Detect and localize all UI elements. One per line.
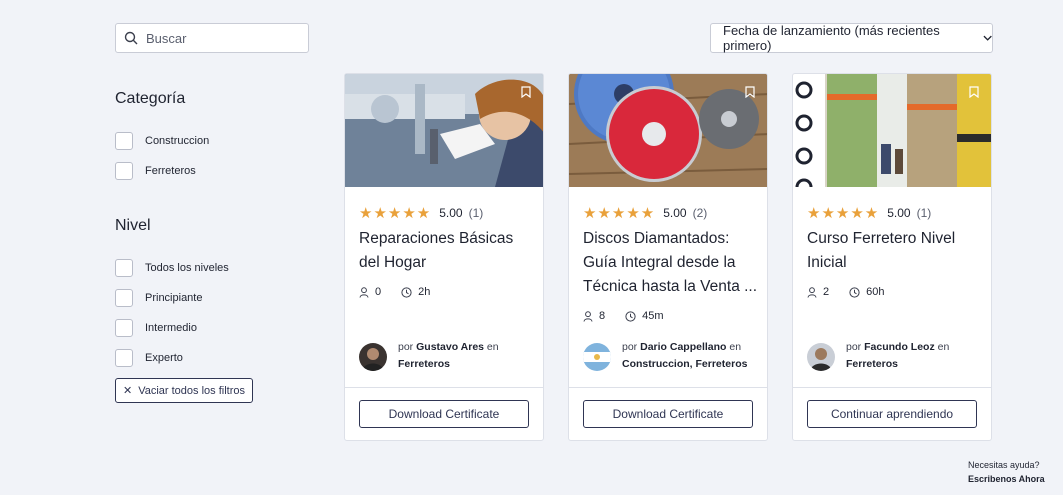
- students-count: 2: [823, 286, 830, 298]
- option-label: Construccion: [145, 135, 210, 147]
- clear-filters-label: Vaciar todos los filtros: [138, 384, 245, 397]
- sort-label: Fecha de lanzamiento (más recientes prim…: [723, 23, 940, 53]
- in-label: en: [486, 341, 499, 353]
- filters-panel: Categoría Construccion Ferreteros Nivel …: [115, 90, 315, 373]
- filter-option-intermedio[interactable]: Intermedio: [115, 313, 315, 343]
- rating-count: (1): [916, 206, 932, 220]
- option-label: Ferreteros: [145, 165, 196, 177]
- avatar: [359, 343, 387, 371]
- students-count: 0: [375, 286, 382, 298]
- course-image: [569, 74, 767, 187]
- course-categories[interactable]: Ferreteros: [846, 358, 898, 370]
- course-rating: ★★★★★ 5.00 (2): [583, 204, 707, 222]
- course-categories[interactable]: Construccion, Ferreteros: [622, 358, 747, 370]
- clear-filters-button[interactable]: ✕ Vaciar todos los filtros: [115, 378, 253, 403]
- rating-stars: ★★★★★: [807, 205, 880, 222]
- search-input[interactable]: [146, 30, 296, 46]
- course-meta: 2 60h: [807, 286, 884, 298]
- by-label: por: [622, 341, 638, 353]
- option-label: Todos los niveles: [145, 262, 229, 274]
- course-thumbnail[interactable]: [569, 74, 767, 187]
- course-author: por Dario Cappellano en Construccion, Fe…: [583, 339, 747, 373]
- help-widget[interactable]: Necesitas ayuda? Escribenos Ahora: [968, 458, 1045, 486]
- course-duration: 45m: [642, 310, 664, 322]
- author-name[interactable]: Gustavo Ares: [416, 341, 484, 353]
- author-name[interactable]: Dario Cappellano: [640, 341, 726, 353]
- rating-count: (2): [692, 206, 708, 220]
- download-certificate-button[interactable]: Download Certificate: [359, 400, 529, 428]
- divider: [793, 387, 991, 388]
- divider: [569, 387, 767, 388]
- bookmark-icon[interactable]: [521, 86, 531, 98]
- rating-stars: ★★★★★: [359, 205, 432, 222]
- clock-icon: [401, 286, 412, 298]
- course-author: por Gustavo Ares en Ferreteros: [359, 339, 499, 373]
- user-icon: [807, 286, 817, 298]
- option-label: Experto: [145, 352, 183, 364]
- avatar: [583, 343, 611, 371]
- course-image: [793, 74, 991, 187]
- chevron-down-icon: [983, 35, 992, 41]
- filter-option-construccion[interactable]: Construccion: [115, 126, 315, 156]
- search-icon: [124, 31, 138, 45]
- checkbox[interactable]: [115, 289, 133, 307]
- author-name[interactable]: Facundo Leoz: [864, 341, 935, 353]
- course-card[interactable]: ★★★★★ 5.00 (1) Curso Ferretero Nivel Ini…: [792, 73, 992, 441]
- help-line-2[interactable]: Escribenos Ahora: [968, 474, 1045, 484]
- course-rating: ★★★★★ 5.00 (1): [807, 204, 931, 222]
- course-title[interactable]: Discos Diamantados: Guía Integral desde …: [583, 227, 758, 299]
- course-thumbnail[interactable]: [345, 74, 543, 187]
- course-card[interactable]: ★★★★★ 5.00 (2) Discos Diamantados: Guía …: [568, 73, 768, 441]
- filter-option-experto[interactable]: Experto: [115, 343, 315, 373]
- sort-dropdown[interactable]: Fecha de lanzamiento (más recientes prim…: [710, 23, 993, 53]
- rating-stars: ★★★★★: [583, 205, 656, 222]
- students-count: 8: [599, 310, 606, 322]
- divider: [345, 387, 543, 388]
- clock-icon: [625, 310, 636, 322]
- course-card[interactable]: ★★★★★ 5.00 (1) Reparaciones Básicas del …: [344, 73, 544, 441]
- course-meta: 8 45m: [583, 310, 664, 322]
- checkbox[interactable]: [115, 132, 133, 150]
- help-line-1: Necesitas ayuda?: [968, 460, 1040, 470]
- user-icon: [359, 286, 369, 298]
- course-title[interactable]: Curso Ferretero Nivel Inicial: [807, 227, 982, 275]
- filter-title-category: Categoría: [115, 90, 186, 107]
- continue-learning-button[interactable]: Continuar aprendiendo: [807, 400, 977, 428]
- course-thumbnail[interactable]: [793, 74, 991, 187]
- in-label: en: [937, 341, 950, 353]
- course-categories[interactable]: Ferreteros: [398, 358, 450, 370]
- avatar: [807, 343, 835, 371]
- download-certificate-button[interactable]: Download Certificate: [583, 400, 753, 428]
- option-label: Intermedio: [145, 322, 197, 334]
- rating-value: 5.00: [887, 206, 911, 220]
- bookmark-icon[interactable]: [745, 86, 755, 98]
- course-duration: 2h: [418, 286, 431, 298]
- course-title[interactable]: Reparaciones Básicas del Hogar: [359, 227, 534, 275]
- filter-option-principiante[interactable]: Principiante: [115, 283, 315, 313]
- search-box[interactable]: [115, 23, 309, 53]
- course-duration: 60h: [866, 286, 885, 298]
- close-icon: ✕: [122, 385, 133, 397]
- filter-option-all-levels[interactable]: Todos los niveles: [115, 253, 315, 283]
- rating-count: (1): [468, 206, 484, 220]
- in-label: en: [729, 341, 742, 353]
- checkbox[interactable]: [115, 319, 133, 337]
- course-meta: 0 2h: [359, 286, 430, 298]
- filter-option-ferreteros[interactable]: Ferreteros: [115, 156, 315, 186]
- filter-title-level: Nivel: [115, 217, 151, 234]
- checkbox[interactable]: [115, 162, 133, 180]
- rating-value: 5.00: [439, 206, 463, 220]
- bookmark-icon[interactable]: [969, 86, 979, 98]
- clock-icon: [849, 286, 860, 298]
- course-author: por Facundo Leoz en Ferreteros: [807, 339, 949, 373]
- checkbox[interactable]: [115, 259, 133, 277]
- course-rating: ★★★★★ 5.00 (1): [359, 204, 483, 222]
- by-label: por: [398, 341, 414, 353]
- by-label: por: [846, 341, 862, 353]
- checkbox[interactable]: [115, 349, 133, 367]
- rating-value: 5.00: [663, 206, 687, 220]
- option-label: Principiante: [145, 292, 203, 304]
- course-image: [345, 74, 543, 187]
- user-icon: [583, 310, 593, 322]
